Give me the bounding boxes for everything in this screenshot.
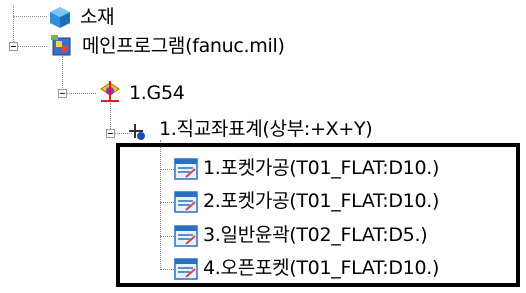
connector-root: [13, 5, 14, 42]
connector-g54: [62, 93, 96, 94]
workplane-icon: [100, 81, 120, 102]
tree-node-label: 1.직교좌표계(상부:+X+Y): [159, 118, 373, 140]
operations-highlight-box: [116, 143, 520, 287]
program-icon: [51, 35, 71, 56]
connector-g54-children: [110, 103, 111, 131]
connector-main-program: [13, 46, 47, 47]
coordinate-system-icon: [129, 124, 145, 140]
material-ball-icon: [50, 7, 70, 28]
tree-node-label: 메인프로그램(fanuc.mil): [82, 35, 285, 57]
connector-main-children: [62, 56, 63, 90]
operation-tree: 소재 메인프로그램(fanuc.mil) 1.G54 1.직교좌표계(상부:+X…: [0, 0, 526, 293]
collapse-toggle-csys[interactable]: [106, 129, 115, 138]
connector-material: [13, 16, 47, 17]
tree-node-label: 소재: [80, 6, 115, 28]
collapse-toggle-main-program[interactable]: [9, 42, 18, 51]
tree-node-label: 1.G54: [129, 82, 185, 104]
collapse-toggle-g54[interactable]: [58, 89, 67, 98]
